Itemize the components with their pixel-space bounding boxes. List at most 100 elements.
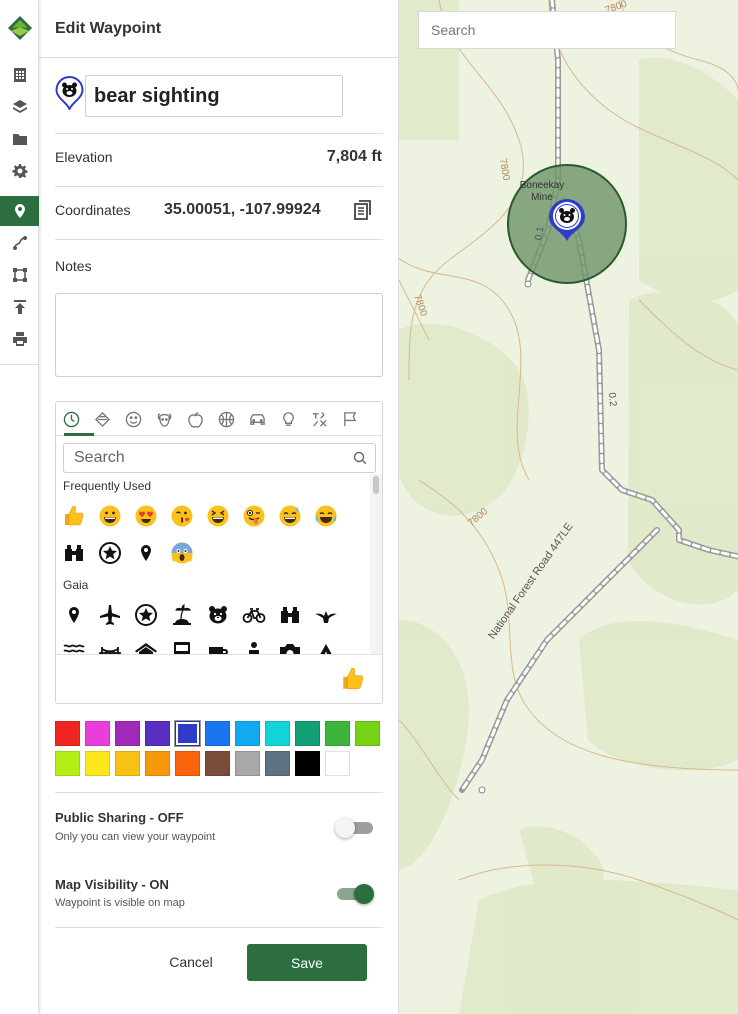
emoji-grinning[interactable] xyxy=(96,502,124,530)
color-swatch[interactable] xyxy=(325,721,350,746)
gaia-icon-camera[interactable] xyxy=(276,637,304,654)
bear-icon xyxy=(209,606,227,624)
category-recent[interactable] xyxy=(56,402,87,436)
emoji-sweat-smile[interactable] xyxy=(276,502,304,530)
color-swatch[interactable] xyxy=(115,751,140,776)
category-gaia[interactable] xyxy=(87,402,118,436)
section-title-gaia: Gaia xyxy=(63,578,89,592)
emoji-star-circle[interactable] xyxy=(96,539,124,567)
gaia-icon-pin[interactable] xyxy=(60,601,88,629)
emoji-thumbs-up[interactable] xyxy=(60,502,88,530)
pin-icon xyxy=(69,607,79,623)
picker-search-input[interactable] xyxy=(63,443,376,473)
emoji-heart-eyes[interactable] xyxy=(132,502,160,530)
notes-textarea[interactable] xyxy=(55,293,383,377)
emoji-tears-of-joy[interactable] xyxy=(312,502,340,530)
emoji-pin[interactable] xyxy=(132,539,160,567)
color-swatch[interactable] xyxy=(145,751,170,776)
emoji-kissing-wink[interactable] xyxy=(168,502,196,530)
gaia-icon-bird[interactable] xyxy=(312,601,340,629)
gaia-icon-star-circle[interactable] xyxy=(132,601,160,629)
save-button[interactable]: Save xyxy=(247,944,367,981)
copy-icon[interactable] xyxy=(354,200,372,220)
gaia-logo-icon[interactable] xyxy=(7,15,33,41)
edit-waypoint-panel: Edit Waypoint Elevation 7,804 ft Coordin… xyxy=(39,0,399,1014)
color-swatch[interactable] xyxy=(205,721,230,746)
gaia-icon-person[interactable] xyxy=(240,637,268,654)
map-search-input[interactable] xyxy=(418,11,676,49)
category-travel[interactable] xyxy=(242,402,273,436)
cancel-button[interactable]: Cancel xyxy=(153,944,229,980)
rail-item-settings[interactable] xyxy=(0,156,39,186)
category-activity[interactable] xyxy=(211,402,242,436)
bear-icon[interactable] xyxy=(55,76,84,110)
category-smileys[interactable] xyxy=(118,402,149,436)
waypoint-name-input[interactable] xyxy=(85,75,343,117)
gaia-icon-bridge[interactable] xyxy=(96,637,124,654)
color-swatch[interactable] xyxy=(55,751,80,776)
category-animals[interactable] xyxy=(149,402,180,436)
emoji-laughing[interactable] xyxy=(204,502,232,530)
rail-item-upload[interactable] xyxy=(0,292,39,322)
waypoint-pin-icon xyxy=(14,204,25,218)
rail-item-folders[interactable] xyxy=(0,124,39,154)
color-swatch[interactable] xyxy=(325,751,350,776)
map-canvas[interactable] xyxy=(399,0,738,1014)
gaia-icon-house[interactable] xyxy=(132,637,160,654)
rail-item-waypoints[interactable] xyxy=(0,196,39,226)
color-swatch[interactable] xyxy=(265,721,290,746)
panel-title: Edit Waypoint xyxy=(55,20,162,37)
map-visibility-title: Map Visibility - ON xyxy=(55,877,169,892)
picker-scroll-thumb[interactable] xyxy=(373,476,379,494)
color-swatch[interactable] xyxy=(115,721,140,746)
bus-icon xyxy=(174,642,190,654)
color-swatch[interactable] xyxy=(235,721,260,746)
map-view[interactable]: 7800 7800 7800 7800 0.1 0.2 Boneekay Min… xyxy=(399,0,738,1014)
folder-icon xyxy=(12,134,27,145)
category-objects[interactable] xyxy=(273,402,304,436)
rail-item-saved[interactable] xyxy=(0,60,39,90)
gaia-icon-palm-island[interactable] xyxy=(168,601,196,629)
color-swatch[interactable] xyxy=(265,751,290,776)
color-swatch[interactable] xyxy=(175,721,200,746)
color-swatch[interactable] xyxy=(85,751,110,776)
category-symbols[interactable] xyxy=(304,402,335,436)
gaia-icon-binoculars[interactable] xyxy=(276,601,304,629)
emoji-binoculars[interactable] xyxy=(60,539,88,567)
gaia-icon-mug[interactable] xyxy=(204,637,232,654)
rail-item-areas[interactable] xyxy=(0,260,39,290)
color-swatch[interactable] xyxy=(175,751,200,776)
icon-picker: Frequently Used Gaia xyxy=(55,401,383,704)
map-visibility-toggle[interactable] xyxy=(337,884,374,904)
color-swatch[interactable] xyxy=(295,721,320,746)
color-swatch[interactable] xyxy=(235,751,260,776)
waves-icon xyxy=(63,644,85,653)
gaia-icon-tent[interactable] xyxy=(312,637,340,654)
section-title-frequent: Frequently Used xyxy=(63,479,152,493)
emoji-scream[interactable] xyxy=(168,539,196,567)
public-sharing-title: Public Sharing - OFF xyxy=(55,810,184,825)
color-swatch[interactable] xyxy=(205,751,230,776)
bear-icon[interactable] xyxy=(548,198,586,242)
winking-tongue-icon xyxy=(243,505,265,527)
rail-item-routes[interactable] xyxy=(0,228,39,258)
kissing-wink-icon xyxy=(171,505,193,527)
picker-scrollbar[interactable] xyxy=(370,474,382,654)
gaia-icon-bus[interactable] xyxy=(168,637,196,654)
emoji-winking-tongue[interactable] xyxy=(240,502,268,530)
color-swatch[interactable] xyxy=(85,721,110,746)
rail-item-print[interactable] xyxy=(0,324,39,354)
category-food[interactable] xyxy=(180,402,211,436)
category-flags[interactable] xyxy=(335,402,366,436)
bridge-icon xyxy=(99,647,121,654)
color-swatch[interactable] xyxy=(55,721,80,746)
gaia-icon-bear[interactable] xyxy=(204,601,232,629)
rail-item-layers[interactable] xyxy=(0,92,39,122)
color-swatch[interactable] xyxy=(295,751,320,776)
gaia-icon-bicycle[interactable] xyxy=(240,601,268,629)
public-sharing-toggle[interactable] xyxy=(335,818,373,838)
color-swatch[interactable] xyxy=(145,721,170,746)
gaia-icon-waves[interactable] xyxy=(60,637,88,654)
color-swatch[interactable] xyxy=(355,721,380,746)
gaia-icon-airplane[interactable] xyxy=(96,601,124,629)
